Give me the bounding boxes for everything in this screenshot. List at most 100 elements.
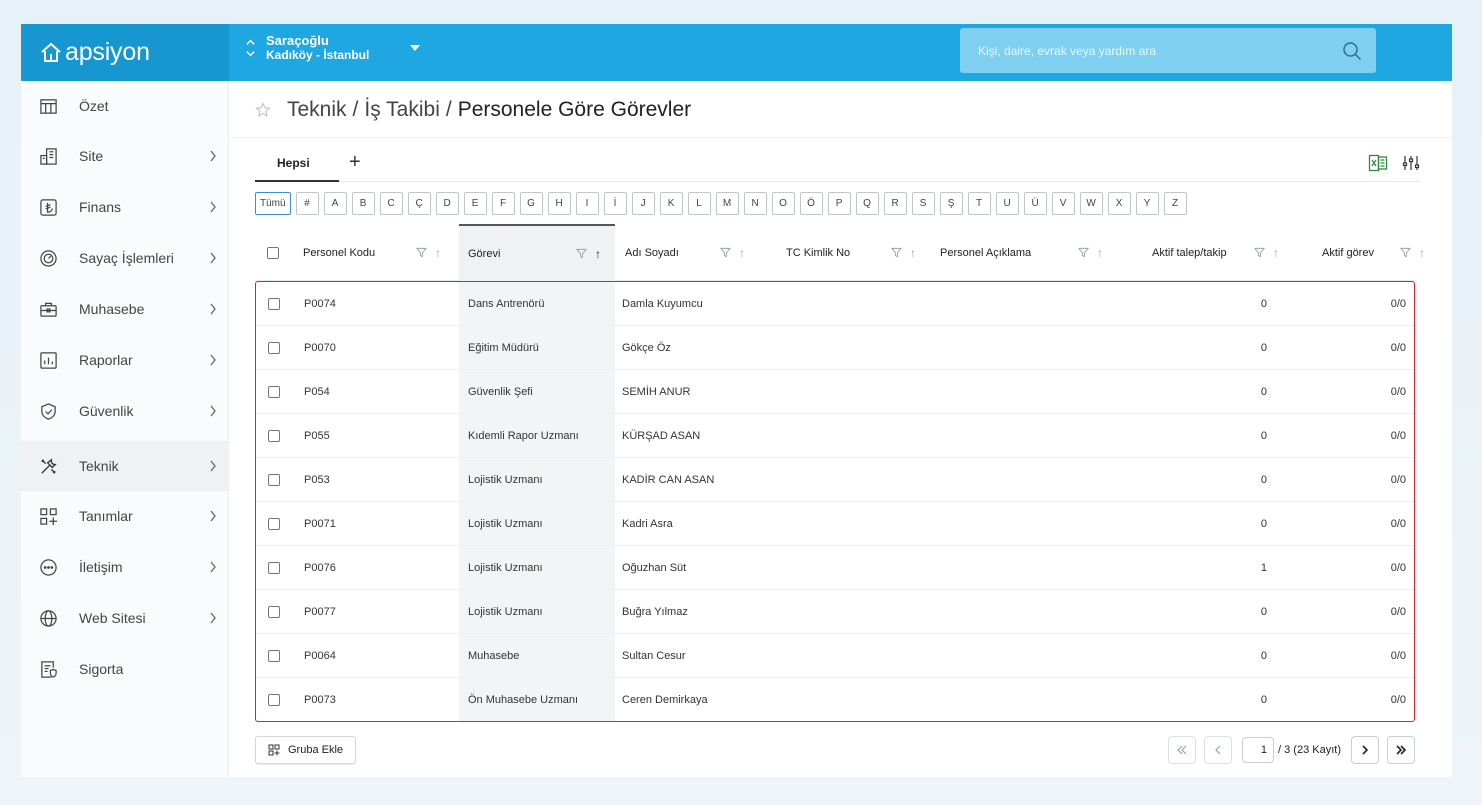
letter-filter-button[interactable]: Z [1163,192,1187,215]
letter-filter-button[interactable]: # [295,192,319,215]
letter-filter-button[interactable]: Q [855,192,879,215]
col-personel-aciklama[interactable]: Personel Açıklama ↑ [940,224,1130,281]
filter-icon[interactable] [1078,247,1089,258]
add-to-group-button[interactable]: Gruba Ekle [255,736,357,764]
sort-arrow-icon[interactable]: ↑ [435,246,441,260]
sidebar-item-sayac[interactable]: Sayaç İşlemleri [21,233,229,283]
table-row[interactable]: P055 Kıdemli Rapor Uzmanı KÜRŞAD ASAN 0 0/0 [256,414,1414,458]
letter-filter-button[interactable]: H [547,192,571,215]
letter-filter-button[interactable]: G [519,192,543,215]
add-tab-button[interactable]: + [349,151,361,174]
row-checkbox[interactable] [268,605,280,618]
letter-filter-button[interactable]: K [659,192,683,215]
sort-arrow-icon[interactable]: ↑ [1097,246,1103,260]
filter-icon[interactable] [1254,247,1265,258]
breadcrumb-teknik[interactable]: Teknik [287,98,347,122]
sidebar-item-ozet[interactable]: Özet [21,81,229,131]
sidebar-item-web-sitesi[interactable]: Web Sitesi [21,593,229,643]
letter-filter-button[interactable]: D [435,192,459,215]
table-row[interactable]: P0073 Ön Muhasebe Uzmanı Ceren Demirkaya 0 0… [256,678,1414,722]
row-checkbox[interactable] [268,561,280,574]
letter-filter-button[interactable]: Ü [1023,192,1047,215]
sidebar-item-iletisim[interactable]: İletişim [21,542,229,592]
sort-arrow-icon[interactable]: ↑ [1273,246,1279,260]
sidebar-item-raporlar[interactable]: Raporlar [21,335,229,385]
breadcrumb-is-takibi[interactable]: İş Takibi [364,98,439,122]
col-tc-kimlik-no[interactable]: TC Kimlik No ↑ [786,224,926,281]
letter-filter-button[interactable]: U [995,192,1019,215]
tab-hepsi[interactable]: Hepsi [277,156,310,170]
row-checkbox[interactable] [268,297,280,310]
sort-arrow-icon[interactable]: ↑ [739,246,745,260]
table-row[interactable]: P0074 Dans Antrenörü Damla Kuyumcu 0 0/0 [256,282,1414,326]
letter-filter-button[interactable]: Ö [799,192,823,215]
sidebar-item-teknik[interactable]: Teknik [21,441,229,491]
row-checkbox[interactable] [268,693,280,706]
row-checkbox[interactable] [268,341,280,354]
filter-icon[interactable] [720,247,731,258]
page-number-input[interactable] [1242,737,1275,763]
letter-filter-button[interactable]: İ [603,192,627,215]
sort-arrow-icon[interactable]: ↑ [1419,246,1425,260]
table-row[interactable]: P0070 Eğitim Müdürü Gökçe Öz 0 0/0 [256,326,1414,370]
sidebar-item-guvenlik[interactable]: Güvenlik [21,386,229,436]
letter-filter-button[interactable]: F [491,192,515,215]
site-switcher[interactable]: Saraçoğlu Kadıköy - İstanbul [245,34,421,62]
letter-filter-button[interactable]: N [743,192,767,215]
letter-filter-button[interactable]: V [1051,192,1075,215]
letter-filter-button[interactable]: X [1107,192,1131,215]
col-gorevi[interactable]: Görevi ↑ [459,224,615,281]
filter-icon[interactable] [576,248,587,259]
search-icon[interactable] [1342,41,1362,61]
prev-page-button[interactable] [1204,736,1233,764]
col-aktif-gorev[interactable]: Aktif görev ↑ [1322,224,1425,281]
letter-filter-button[interactable]: C [379,192,403,215]
logo[interactable]: apsiyon [21,24,229,81]
search-input[interactable]: Kişi, daire, evrak veya yardım ara [960,28,1376,73]
row-checkbox[interactable] [268,385,280,398]
table-row[interactable]: P0076 Lojistik Uzmanı Oğuzhan Süt 1 0/0 [256,546,1414,590]
sidebar-item-finans[interactable]: Finans [21,182,229,232]
letter-filter-button[interactable]: J [631,192,655,215]
letter-filter-button[interactable]: A [323,192,347,215]
table-row[interactable]: P0064 Muhasebe Sultan Cesur 0 0/0 [256,634,1414,678]
letter-filter-button[interactable]: B [351,192,375,215]
table-row[interactable]: P0077 Lojistik Uzmanı Buğra Yılmaz 0 0/0 [256,590,1414,634]
select-all-checkbox[interactable] [267,246,279,259]
row-checkbox[interactable] [268,649,280,662]
row-checkbox[interactable] [268,429,280,442]
sidebar-item-site[interactable]: Site [21,131,229,181]
table-row[interactable]: P0071 Lojistik Uzmanı Kadri Asra 0 0/0 [256,502,1414,546]
letter-filter-button[interactable]: M [715,192,739,215]
letter-filter-button[interactable]: R [883,192,907,215]
letter-filter-button[interactable]: S [911,192,935,215]
col-adi-soyadi[interactable]: Adı Soyadı ↑ [625,224,765,281]
col-personel-kodu[interactable]: Personel Kodu ↑ [303,224,459,281]
sort-arrow-icon[interactable]: ↑ [595,247,601,261]
col-aktif-talep-takip[interactable]: Aktif talep/takip ↑ [1152,224,1312,281]
letter-filter-button[interactable]: W [1079,192,1103,215]
sidebar-item-sigorta[interactable]: Sigorta [21,644,229,694]
first-page-button[interactable] [1168,736,1197,764]
filter-icon[interactable] [1400,247,1411,258]
sort-arrow-icon[interactable]: ↑ [910,246,916,260]
letter-filter-button[interactable]: L [687,192,711,215]
letter-filter-button[interactable]: P [827,192,851,215]
sidebar-item-muhasebe[interactable]: Muhasebe [21,284,229,334]
next-page-button[interactable] [1351,736,1379,764]
last-page-button[interactable] [1387,736,1415,764]
letter-filter-button[interactable]: O [771,192,795,215]
star-icon[interactable] [255,102,271,118]
letter-filter-button[interactable]: Ş [939,192,963,215]
excel-export-icon[interactable] [1368,153,1388,173]
letter-filter-button[interactable]: I [575,192,599,215]
letter-filter-button[interactable]: Tümü [255,192,291,215]
row-checkbox[interactable] [268,517,280,530]
letter-filter-button[interactable]: Ç [407,192,431,215]
filter-icon[interactable] [891,247,902,258]
caret-down-icon[interactable] [409,44,421,52]
filter-icon[interactable] [416,247,427,258]
column-settings-icon[interactable] [1402,154,1420,172]
letter-filter-button[interactable]: Y [1135,192,1159,215]
sidebar-item-tanimlar[interactable]: Tanımlar [21,491,229,541]
